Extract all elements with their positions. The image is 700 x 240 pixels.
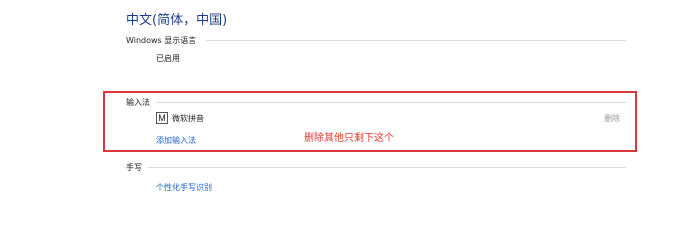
- annotation-text: 删除其他只剩下这个: [304, 133, 394, 144]
- ime-m-icon: M: [156, 112, 168, 124]
- windows-display-language-header: Windows 显示语言: [126, 36, 197, 45]
- section-divider: [148, 167, 626, 168]
- input-method-header: 输入法: [126, 98, 150, 107]
- ime-name: 微软拼音: [172, 114, 204, 123]
- remove-ime-link[interactable]: 删除: [604, 113, 620, 124]
- display-language-status: 已启用: [156, 54, 180, 63]
- add-input-method-link[interactable]: 添加输入法: [156, 135, 196, 146]
- section-divider: [156, 102, 626, 103]
- personalize-handwriting-link[interactable]: 个性化手写识别: [156, 182, 212, 193]
- section-divider: [206, 40, 626, 41]
- language-title: 中文(简体，中国): [126, 13, 228, 28]
- handwriting-header: 手写: [126, 163, 142, 172]
- ime-list-item[interactable]: M 微软拼音 删除: [156, 112, 626, 126]
